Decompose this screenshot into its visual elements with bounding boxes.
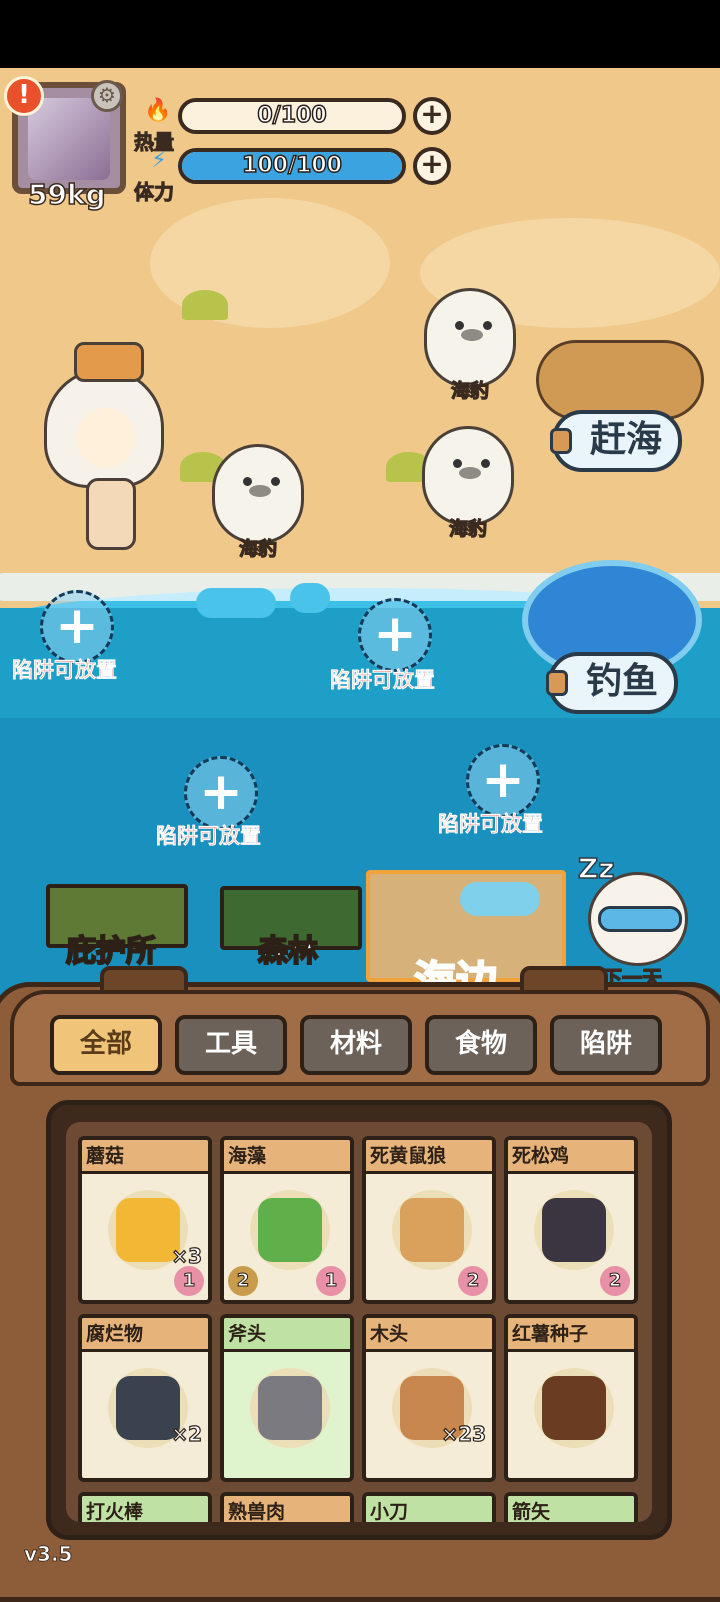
trap-slot-label: 陷阱可放置 (438, 812, 544, 837)
item-badge: 1 (174, 1266, 204, 1296)
gear-icon[interactable]: ⚙ (91, 80, 123, 112)
stamina-label: 体力 (134, 180, 175, 205)
seal[interactable] (212, 444, 304, 544)
grass-tuft (182, 290, 228, 320)
item-icon (258, 1376, 322, 1440)
heat-bar: 0/100 (178, 98, 406, 134)
tab-materials[interactable]: 材料 (300, 1015, 412, 1075)
inventory-item[interactable]: 箭矢 (504, 1492, 638, 1522)
puddle (290, 583, 330, 613)
tab-traps[interactable]: 陷阱 (550, 1015, 662, 1075)
item-quantity: ×3 (171, 1243, 203, 1268)
item-icon (400, 1198, 464, 1262)
location-forest-label: 森林 (257, 933, 319, 970)
fish-icon (460, 882, 540, 916)
trap-slot-button[interactable]: + (40, 590, 114, 664)
item-name: 红薯种子 (508, 1318, 634, 1352)
item-name: 腐烂物 (82, 1318, 208, 1352)
inventory-item[interactable]: 小刀 (362, 1492, 496, 1522)
item-badge: 1 (316, 1266, 346, 1296)
item-name: 斧头 (224, 1318, 350, 1352)
item-name: 木头 (366, 1318, 492, 1352)
trap-slot-label: 陷阱可放置 (330, 668, 436, 693)
lightning-icon: ⚡ (151, 148, 167, 173)
item-name: 死黄鼠狼 (366, 1140, 492, 1174)
item-name: 死松鸡 (508, 1140, 634, 1174)
item-name: 海藻 (224, 1140, 350, 1174)
catch-sea-button[interactable]: 赶海 (550, 410, 683, 472)
version-label: v3.5 (24, 1542, 73, 1567)
item-name: 蘑菇 (82, 1140, 208, 1174)
item-name: 小刀 (366, 1496, 492, 1522)
item-badge: 2 (458, 1266, 488, 1296)
player-weight: 59kg (27, 177, 106, 212)
trap-slot-label: 陷阱可放置 (156, 824, 262, 849)
trap-slot-label: 陷阱可放置 (12, 658, 118, 683)
inventory-item[interactable]: 打火棒 (78, 1492, 212, 1522)
seal[interactable] (424, 288, 516, 388)
trap-slot-button[interactable]: + (466, 744, 540, 818)
item-quantity: ×2 (171, 1421, 203, 1446)
inventory-item[interactable]: 死松鸡 2 (504, 1136, 638, 1304)
trap-slot-button[interactable]: + (184, 756, 258, 830)
player-character[interactable] (34, 338, 174, 560)
inventory-item[interactable]: 红薯种子 (504, 1314, 638, 1482)
puddle (196, 588, 276, 618)
item-quantity: ×23 (441, 1421, 487, 1446)
add-stamina-button[interactable]: + (413, 147, 451, 185)
bottle-cap-icon (550, 428, 572, 454)
inventory-item[interactable]: 腐烂物 ×2 (78, 1314, 212, 1482)
item-name: 打火棒 (82, 1496, 208, 1522)
seal-label: 海豹 (450, 379, 489, 402)
item-icon (542, 1198, 606, 1262)
bottle-cap-icon (546, 670, 568, 696)
tab-all[interactable]: 全部 (50, 1015, 162, 1075)
fishing-button[interactable]: 钓鱼 (546, 652, 679, 714)
stamina-value: 100/100 (241, 152, 342, 179)
food-value-badge: 2 (228, 1266, 258, 1296)
inventory-grid[interactable]: 蘑菇 ×3 1 海藻 1 2 死黄鼠狼 2 死松鸡 2 腐烂物 ×2 斧头 木头 ×23 红薯种子 打火棒 熟兽肉… (66, 1122, 652, 1522)
tab-tools[interactable]: 工具 (175, 1015, 287, 1075)
seal-label: 海豹 (448, 517, 487, 540)
seal[interactable] (422, 426, 514, 526)
item-name: 箭矢 (508, 1496, 634, 1522)
catch-sea-label: 赶海 (590, 419, 663, 460)
inventory-item[interactable]: 木头 ×23 (362, 1314, 496, 1482)
item-badge: 2 (600, 1266, 630, 1296)
tab-food[interactable]: 食物 (425, 1015, 537, 1075)
location-shelter-label: 庇护所 (65, 933, 157, 970)
add-heat-button[interactable]: + (413, 97, 451, 135)
status-bar (0, 0, 720, 68)
inventory-item[interactable]: 蘑菇 ×3 1 (78, 1136, 212, 1304)
tidal-rocks (536, 340, 704, 420)
flame-icon: 🔥 (144, 98, 172, 123)
item-icon (258, 1198, 322, 1262)
seal-label: 海豹 (238, 537, 277, 560)
alert-icon[interactable]: ! (4, 76, 44, 116)
item-icon (542, 1376, 606, 1440)
inventory-item[interactable]: 海藻 1 2 (220, 1136, 354, 1304)
inventory-item[interactable]: 斧头 (220, 1314, 354, 1482)
stamina-bar: 100/100 (178, 148, 406, 184)
inventory-item[interactable]: 熟兽肉 (220, 1492, 354, 1522)
fishing-label: 钓鱼 (586, 661, 659, 702)
inventory-item[interactable]: 死黄鼠狼 2 (362, 1136, 496, 1304)
heat-value: 0/100 (257, 102, 328, 129)
item-name: 熟兽肉 (224, 1496, 350, 1522)
trap-slot-button[interactable]: + (358, 598, 432, 672)
